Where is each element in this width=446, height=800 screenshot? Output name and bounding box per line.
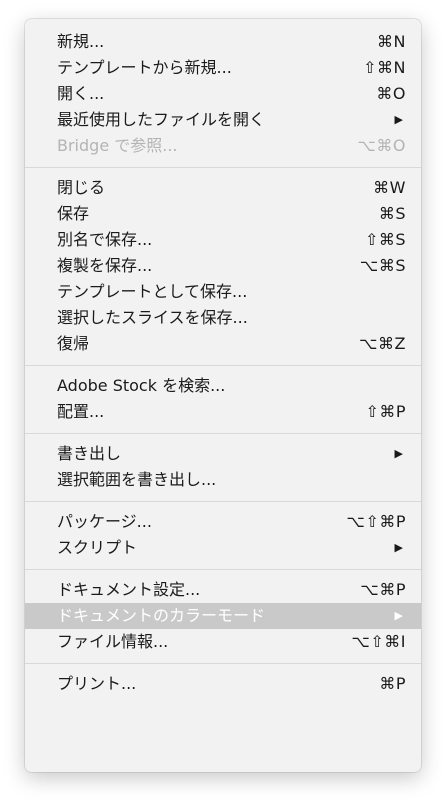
menu-item-label: 復帰 [57, 334, 90, 353]
menu-item-label: 書き出し [57, 444, 122, 463]
menu-item-save[interactable]: 保存 ⌘S [25, 201, 421, 227]
menu-item-shortcut: ⌘N [377, 32, 406, 51]
submenu-arrow-icon: ▶ [394, 609, 403, 622]
menu-item-label: Bridge で参照... [57, 136, 178, 155]
menu-separator [25, 365, 421, 366]
menu-item-label: 選択したスライスを保存... [57, 308, 248, 327]
menu-item-shortcut: ⌘W [373, 178, 406, 197]
menu-item-label: 複製を保存... [57, 256, 153, 275]
menu-item-new[interactable]: 新規... ⌘N [25, 29, 421, 55]
menu-item-label: 保存 [57, 204, 90, 223]
menu-item-scripts[interactable]: スクリプト ▶ [25, 535, 421, 561]
submenu-arrow-icon: ▶ [394, 541, 403, 554]
menu-item-shortcut: ⌘S [378, 204, 406, 223]
menu-item-file-info[interactable]: ファイル情報... ⌥⇧⌘I [25, 629, 421, 655]
menu-item-open-recent[interactable]: 最近使用したファイルを開く ▶ [25, 107, 421, 133]
menu-item-export-selection[interactable]: 選択範囲を書き出し... [25, 467, 421, 493]
menu-item-shortcut: ⇧⌘N [363, 58, 406, 77]
menu-item-save-selected-slices[interactable]: 選択したスライスを保存... [25, 305, 421, 331]
menu-item-shortcut: ⌥⌘O [357, 136, 406, 155]
submenu-arrow-icon: ▶ [394, 113, 403, 126]
menu-item-browse-in-bridge: Bridge で参照... ⌥⌘O [25, 133, 421, 159]
menu-item-shortcut: ⌥⌘S [359, 256, 406, 275]
menu-item-save-as-template[interactable]: テンプレートとして保存... [25, 279, 421, 305]
menu-item-open[interactable]: 開く... ⌘O [25, 81, 421, 107]
menu-item-save-as[interactable]: 別名で保存... ⇧⌘S [25, 227, 421, 253]
menu-item-label: ファイル情報... [57, 632, 169, 651]
menu-item-label: 配置... [57, 402, 105, 421]
menu-item-label: 最近使用したファイルを開く [57, 110, 266, 129]
menu-item-print[interactable]: プリント... ⌘P [25, 671, 421, 697]
file-menu: 新規... ⌘N テンプレートから新規... ⇧⌘N 開く... ⌘O 最近使用… [25, 19, 421, 772]
menu-item-close[interactable]: 閉じる ⌘W [25, 175, 421, 201]
menu-item-label: ドキュメントのカラーモード [57, 606, 266, 625]
menu-separator [25, 663, 421, 664]
menu-item-shortcut: ⌘P [379, 674, 406, 693]
menu-separator [25, 167, 421, 168]
menu-item-label: 閉じる [57, 178, 106, 197]
menu-item-revert[interactable]: 復帰 ⌥⌘Z [25, 331, 421, 357]
menu-item-shortcut: ⇧⌘S [364, 230, 406, 249]
menu-item-shortcut: ⇧⌘P [365, 402, 406, 421]
menu-item-label: 新規... [57, 32, 105, 51]
menu-item-export[interactable]: 書き出し ▶ [25, 441, 421, 467]
menu-item-document-setup[interactable]: ドキュメント設定... ⌥⌘P [25, 577, 421, 603]
menu-item-shortcut: ⌥⌘Z [359, 334, 406, 353]
menu-item-shortcut: ⌥⇧⌘P [346, 512, 406, 531]
menu-item-label: スクリプト [57, 538, 138, 557]
submenu-arrow-icon: ▶ [394, 447, 403, 460]
menu-item-new-from-template[interactable]: テンプレートから新規... ⇧⌘N [25, 55, 421, 81]
menu-item-document-color-mode[interactable]: ドキュメントのカラーモード ▶ [25, 603, 421, 629]
menu-item-package[interactable]: パッケージ... ⌥⇧⌘P [25, 509, 421, 535]
menu-separator [25, 501, 421, 502]
menu-separator [25, 433, 421, 434]
menu-item-search-adobe-stock[interactable]: Adobe Stock を検索... [25, 373, 421, 399]
menu-separator [25, 569, 421, 570]
menu-item-label: 開く... [57, 84, 105, 103]
menu-item-label: 別名で保存... [57, 230, 153, 249]
menu-item-shortcut: ⌥⇧⌘I [351, 632, 406, 651]
menu-item-shortcut: ⌥⌘P [360, 580, 406, 599]
menu-item-place[interactable]: 配置... ⇧⌘P [25, 399, 421, 425]
menu-item-label: 選択範囲を書き出し... [57, 470, 217, 489]
menu-item-shortcut: ⌘O [376, 84, 406, 103]
menu-item-label: Adobe Stock を検索... [57, 376, 226, 395]
menu-item-label: テンプレートとして保存... [57, 282, 248, 301]
menu-item-save-copy[interactable]: 複製を保存... ⌥⌘S [25, 253, 421, 279]
menu-item-label: テンプレートから新規... [57, 58, 232, 77]
menu-item-label: プリント... [57, 674, 137, 693]
menu-item-label: ドキュメント設定... [57, 580, 201, 599]
menu-item-label: パッケージ... [57, 512, 152, 531]
